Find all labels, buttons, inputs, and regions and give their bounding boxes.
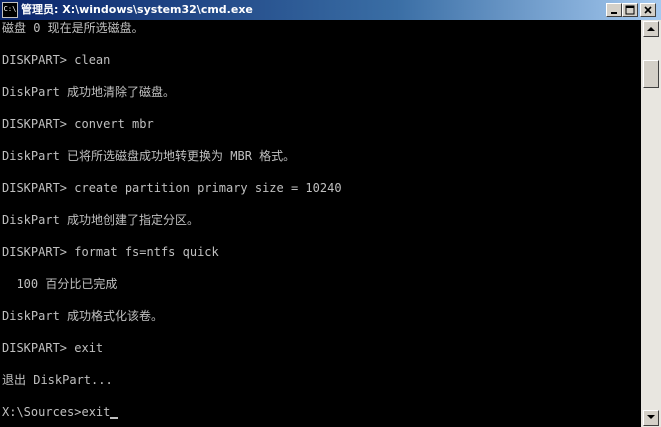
console-line: 磁盘 0 现在是所选磁盘。	[2, 21, 144, 35]
minimize-icon	[611, 12, 617, 14]
scroll-thumb[interactable]	[643, 60, 659, 88]
vertical-scrollbar[interactable]	[641, 20, 661, 427]
maximize-icon	[625, 5, 635, 15]
console-line: DiskPart 成功地清除了磁盘。	[2, 85, 176, 99]
console-line: DISKPART> create partition primary size …	[2, 181, 342, 195]
text-cursor	[110, 417, 119, 419]
maximize-button[interactable]	[622, 3, 638, 17]
console-line: DISKPART> clean	[2, 53, 111, 67]
scroll-down-button[interactable]	[643, 410, 659, 426]
console-line: DISKPART> format fs=ntfs quick	[2, 245, 219, 259]
console-line: 退出 DiskPart...	[2, 373, 113, 387]
console-line: DiskPart 成功地创建了指定分区。	[2, 213, 200, 227]
minimize-button[interactable]	[606, 3, 622, 17]
window-title: 管理员: X:\windows\system32\cmd.exe	[21, 3, 253, 16]
arrow-down-icon	[647, 415, 655, 419]
cmd-window: C:\ 管理员: X:\windows\system32\cmd.exe 磁盘 …	[0, 0, 661, 427]
console-line: DiskPart 成功格式化该卷。	[2, 309, 164, 323]
console-line: DiskPart 已将所选磁盘成功地转更换为 MBR 格式。	[2, 149, 296, 163]
console-line: DISKPART> exit	[2, 341, 104, 355]
close-button[interactable]	[640, 3, 656, 17]
scroll-up-button[interactable]	[643, 21, 659, 37]
prompt-text: X:\Sources>exit	[2, 405, 111, 419]
close-icon	[644, 6, 652, 14]
title-bar[interactable]: C:\ 管理员: X:\windows\system32\cmd.exe	[0, 0, 661, 20]
console-line: DISKPART> convert mbr	[2, 117, 154, 131]
console-line: 100 百分比已完成	[2, 277, 118, 291]
cmd-icon[interactable]: C:\	[2, 2, 18, 18]
arrow-up-icon	[647, 27, 655, 31]
prompt-line[interactable]: X:\Sources>exit	[2, 404, 119, 420]
console-output[interactable]: 磁盘 0 现在是所选磁盘。 DISKPART> clean DiskPart 成…	[0, 20, 641, 427]
